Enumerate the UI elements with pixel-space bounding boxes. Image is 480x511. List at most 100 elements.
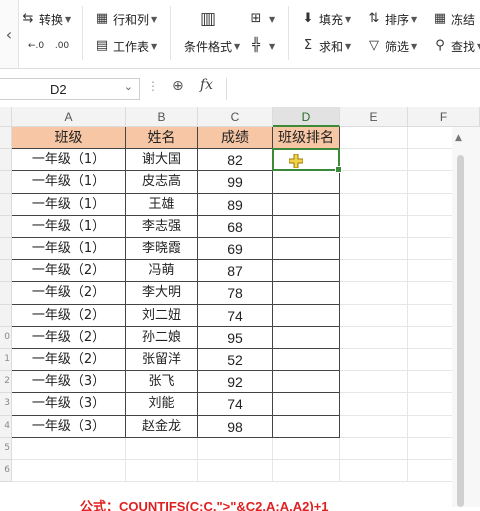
- table-header-cell[interactable]: 姓名: [126, 127, 198, 150]
- table-cell[interactable]: 一年级（2）: [12, 304, 126, 327]
- row-header[interactable]: [0, 149, 12, 172]
- table-cell[interactable]: 李晓霞: [126, 238, 198, 261]
- table-cell[interactable]: 69: [198, 238, 273, 261]
- table-cell[interactable]: 92: [198, 371, 273, 394]
- empty-cell[interactable]: [126, 460, 198, 483]
- row-header[interactable]: 5: [0, 437, 12, 460]
- table-cell[interactable]: 张飞: [126, 371, 198, 394]
- freeze-button[interactable]: ▦ 冻结: [432, 8, 475, 30]
- chevron-down-icon[interactable]: ⌄: [124, 80, 133, 93]
- convert-button[interactable]: ⇆ 转换 ▼: [20, 8, 72, 30]
- table-cell[interactable]: [273, 282, 340, 305]
- table-cell[interactable]: 一年级（3）: [12, 415, 126, 438]
- empty-cell[interactable]: [340, 326, 408, 349]
- table-cell[interactable]: 一年级（1）: [12, 171, 126, 194]
- ribbon-scroll-left-button[interactable]: ‹: [0, 0, 19, 68]
- empty-cell[interactable]: [12, 437, 126, 460]
- empty-cell[interactable]: [12, 460, 126, 483]
- table-cell[interactable]: 一年级（2）: [12, 349, 126, 372]
- row-header[interactable]: 2: [0, 371, 12, 394]
- scroll-up-icon[interactable]: ▲: [455, 133, 462, 143]
- table-cell[interactable]: 82: [198, 149, 273, 172]
- table-cell[interactable]: 冯萌: [126, 260, 198, 283]
- empty-cell[interactable]: [198, 437, 273, 460]
- table-header-cell[interactable]: 成绩: [198, 127, 273, 150]
- worksheet-button[interactable]: ▤ 工作表 ▼: [94, 35, 157, 57]
- empty-cell[interactable]: [340, 415, 408, 438]
- empty-cell[interactable]: [273, 437, 340, 460]
- empty-cell[interactable]: [340, 437, 408, 460]
- table-cell[interactable]: 68: [198, 215, 273, 238]
- table-cell[interactable]: [273, 304, 340, 327]
- empty-cell[interactable]: [340, 127, 408, 150]
- table-cell[interactable]: [273, 215, 340, 238]
- conditional-format-button[interactable]: 条件格式 ▼: [184, 35, 240, 57]
- table-cell[interactable]: 一年级（1）: [12, 149, 126, 172]
- empty-cell[interactable]: [340, 260, 408, 283]
- empty-cell[interactable]: [340, 349, 408, 372]
- table-cell[interactable]: 78: [198, 282, 273, 305]
- border-button[interactable]: ╬ ▼: [248, 35, 275, 57]
- empty-cell[interactable]: [340, 215, 408, 238]
- fill-handle[interactable]: [335, 166, 342, 174]
- row-header[interactable]: [0, 193, 12, 216]
- table-cell[interactable]: 刘二妞: [126, 304, 198, 327]
- empty-cell[interactable]: [340, 371, 408, 394]
- column-header-a[interactable]: A: [12, 107, 126, 127]
- table-cell[interactable]: 87: [198, 260, 273, 283]
- table-cell[interactable]: [273, 393, 340, 416]
- table-cell[interactable]: 一年级（3）: [12, 393, 126, 416]
- table-cell[interactable]: 89: [198, 193, 273, 216]
- column-header-e[interactable]: E: [340, 107, 408, 127]
- empty-cell[interactable]: [126, 437, 198, 460]
- row-header[interactable]: [0, 260, 12, 283]
- table-cell[interactable]: 98: [198, 415, 273, 438]
- empty-cell[interactable]: [198, 460, 273, 483]
- empty-cell[interactable]: [340, 282, 408, 305]
- decrease-decimal-button[interactable]: ←.0: [28, 35, 47, 57]
- table-cell[interactable]: 孙二娘: [126, 326, 198, 349]
- column-header-f[interactable]: F: [408, 107, 480, 127]
- table-cell[interactable]: [273, 238, 340, 261]
- empty-cell[interactable]: [340, 304, 408, 327]
- table-header-cell[interactable]: 班级: [12, 127, 126, 150]
- table-cell[interactable]: 张留洋: [126, 349, 198, 372]
- fx-button[interactable]: fx: [200, 77, 213, 93]
- table-cell[interactable]: 一年级（3）: [12, 371, 126, 394]
- empty-cell[interactable]: [340, 393, 408, 416]
- row-header[interactable]: [0, 304, 12, 327]
- table-cell[interactable]: 一年级（1）: [12, 215, 126, 238]
- table-cell[interactable]: [273, 193, 340, 216]
- formula-input[interactable]: [226, 78, 480, 100]
- table-header-cell[interactable]: 班级排名: [273, 127, 340, 150]
- row-header[interactable]: [0, 127, 12, 150]
- table-cell[interactable]: 谢大国: [126, 149, 198, 172]
- select-all-corner[interactable]: [0, 107, 12, 127]
- empty-cell[interactable]: [340, 460, 408, 483]
- table-cell[interactable]: 74: [198, 304, 273, 327]
- row-header[interactable]: [0, 238, 12, 261]
- column-header-c[interactable]: C: [198, 107, 273, 127]
- row-header[interactable]: 1: [0, 349, 12, 372]
- table-cell[interactable]: [273, 260, 340, 283]
- row-header[interactable]: [0, 282, 12, 305]
- column-header-d[interactable]: D: [273, 107, 340, 127]
- table-cell[interactable]: 95: [198, 326, 273, 349]
- table-cell[interactable]: 52: [198, 349, 273, 372]
- table-cell[interactable]: [273, 415, 340, 438]
- row-header[interactable]: 4: [0, 415, 12, 438]
- table-cell[interactable]: 一年级（2）: [12, 282, 126, 305]
- table-cell[interactable]: 一年级（1）: [12, 238, 126, 261]
- table-cell[interactable]: 刘能: [126, 393, 198, 416]
- table-cell[interactable]: [273, 326, 340, 349]
- active-cell-selection[interactable]: [272, 148, 342, 174]
- row-header[interactable]: [0, 171, 12, 194]
- table-cell[interactable]: 李志强: [126, 215, 198, 238]
- table-cell[interactable]: 99: [198, 171, 273, 194]
- increase-decimal-button[interactable]: .00: [54, 35, 73, 57]
- table-cell[interactable]: [273, 171, 340, 194]
- table-cell[interactable]: 赵金龙: [126, 415, 198, 438]
- name-box[interactable]: D2 ⌄: [0, 78, 140, 100]
- row-header[interactable]: 6: [0, 460, 12, 483]
- empty-cell[interactable]: [340, 193, 408, 216]
